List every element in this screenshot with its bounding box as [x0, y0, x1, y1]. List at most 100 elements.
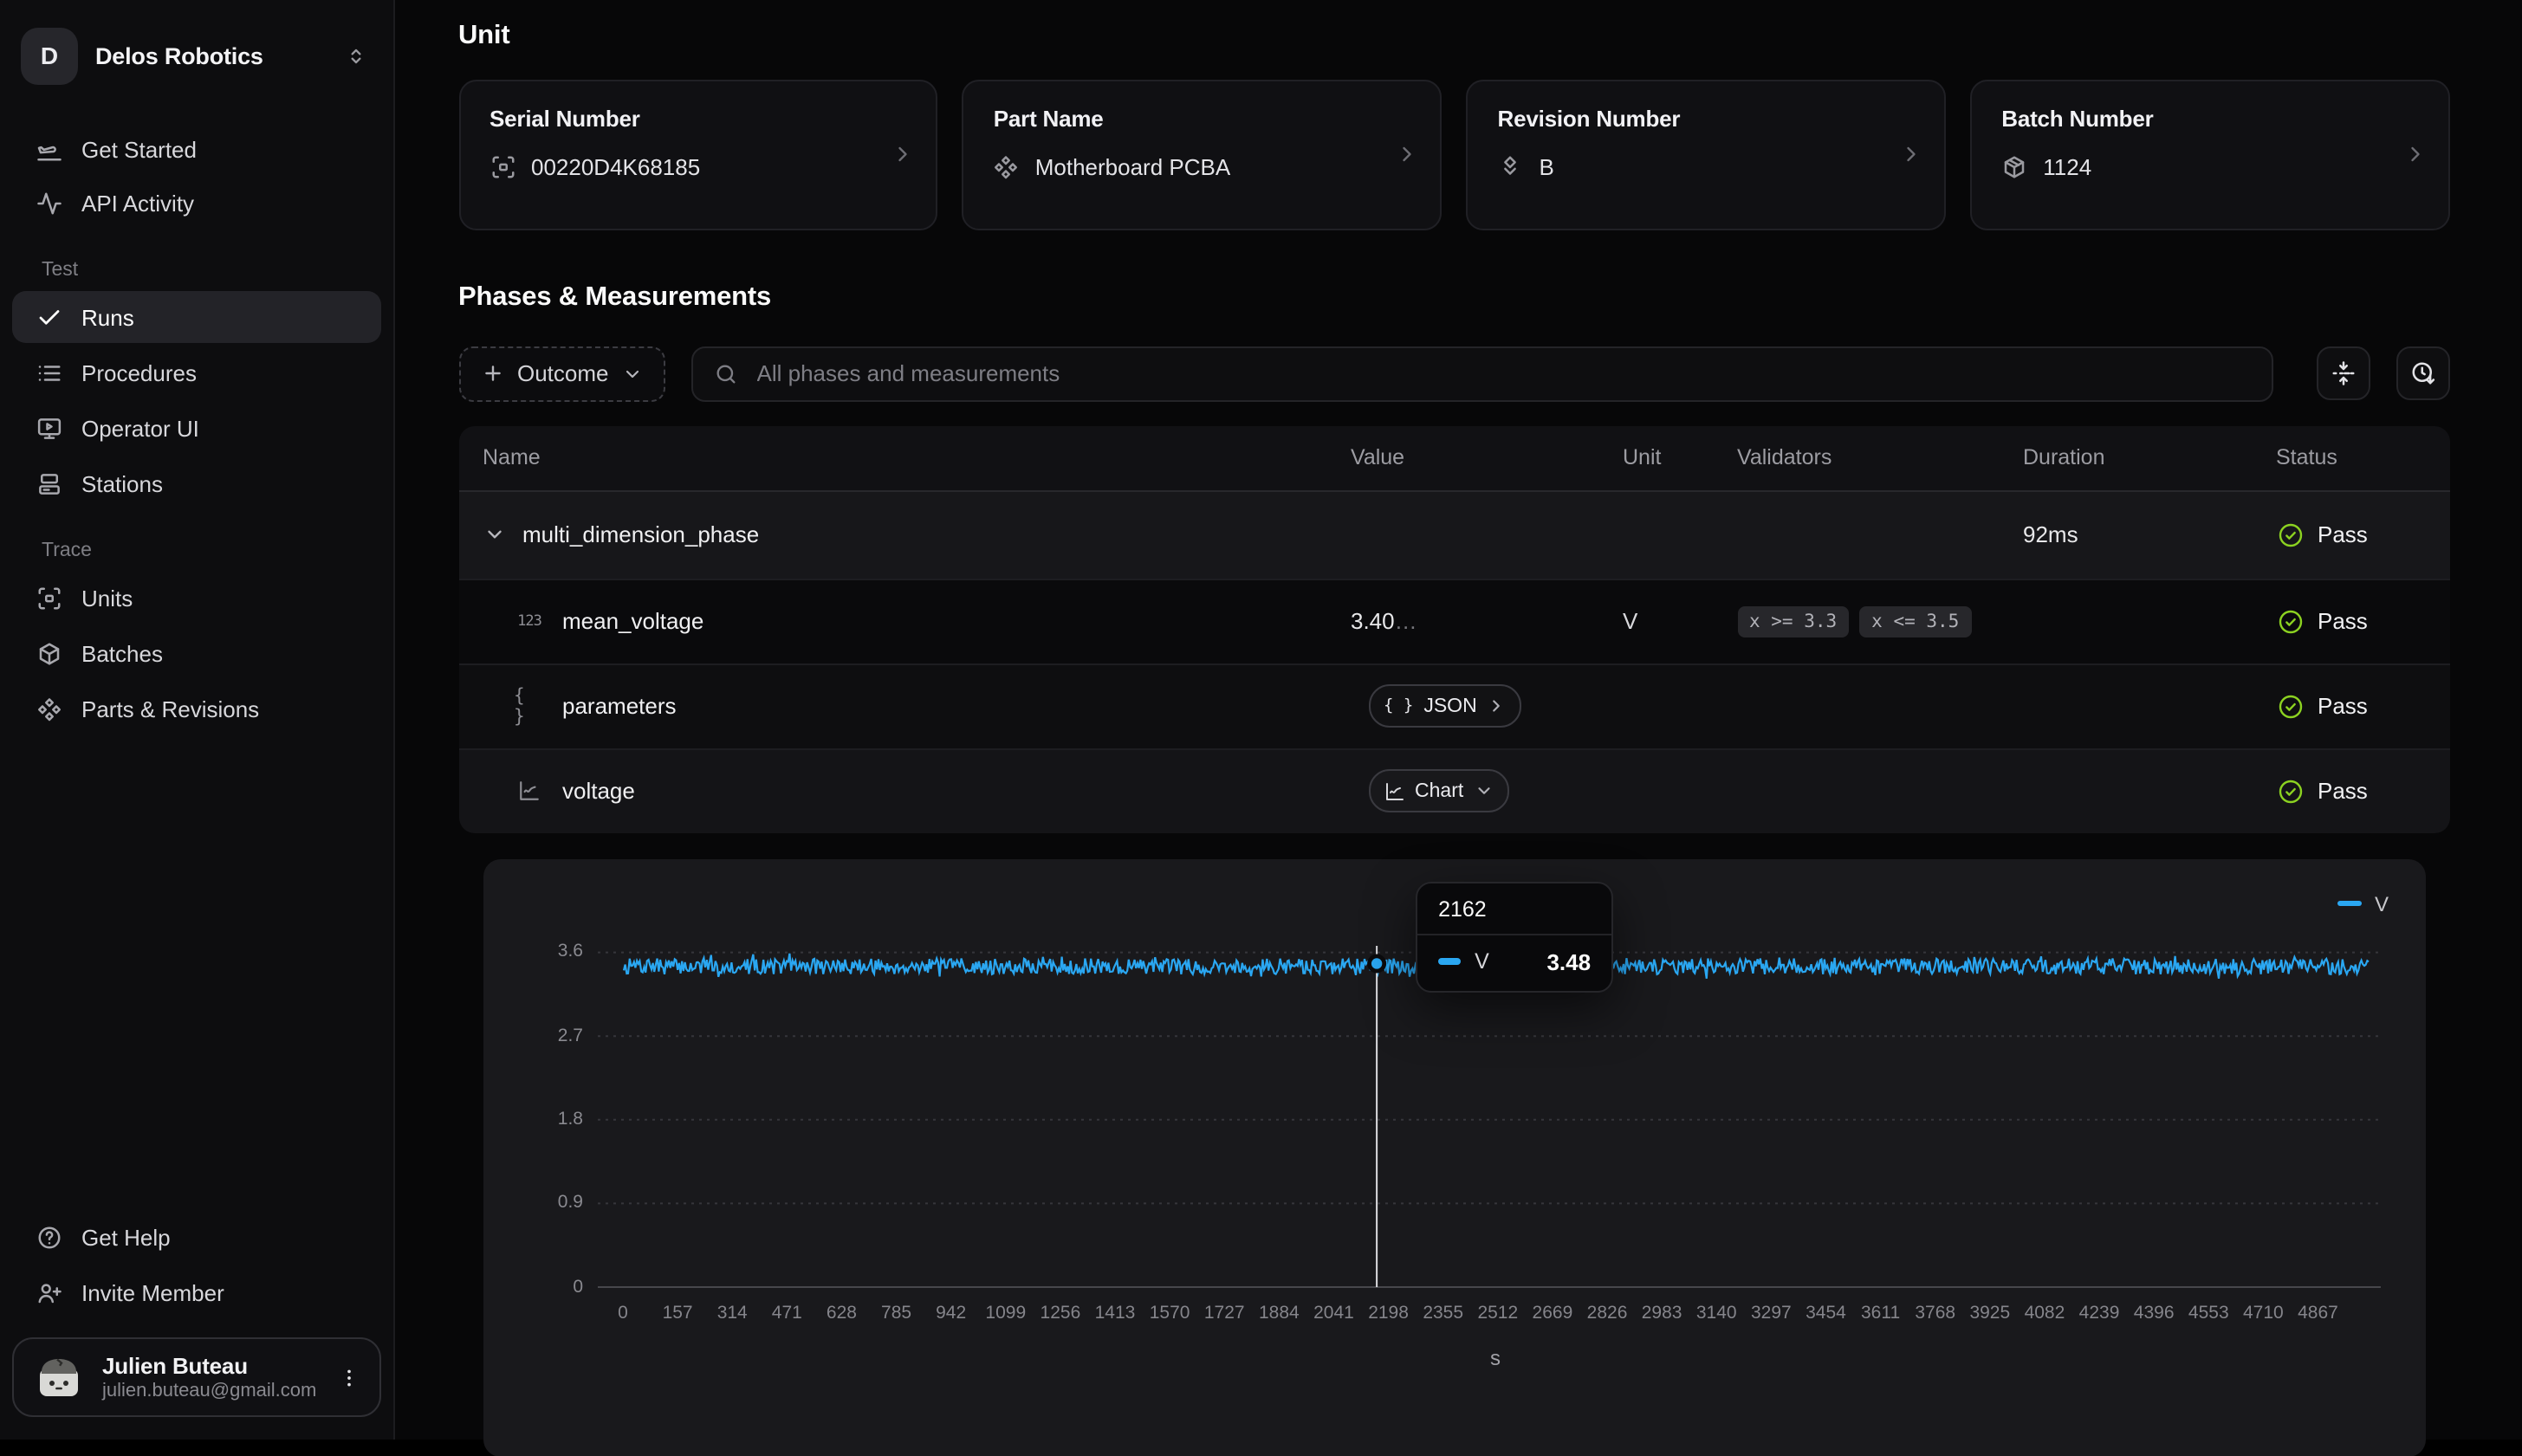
table-row-parameters[interactable]: { } parameters { } JSON — [458, 663, 2449, 747]
circle-check-icon — [2276, 521, 2304, 548]
search-input[interactable] — [754, 359, 2252, 388]
validators-cell: x >= 3.3 x <= 3.5 — [1737, 605, 2023, 637]
org-switcher[interactable]: D Delos Robotics — [21, 21, 373, 90]
sidebar-item-runs[interactable]: Runs — [12, 291, 381, 343]
validator-chip: x <= 3.5 — [1859, 605, 1971, 637]
tooltip-series-swatch — [1438, 959, 1461, 965]
station-icon — [36, 470, 62, 496]
value-ellipsis: … — [1395, 608, 1417, 634]
table-row-voltage[interactable]: voltage Chart — [458, 747, 2449, 832]
user-card[interactable]: Julien Buteau julien.buteau@gmail.com — [12, 1337, 381, 1417]
sidebar-item-label: Operator UI — [81, 415, 199, 441]
sidebar-item-units[interactable]: Units — [12, 572, 381, 624]
col-status: Status — [2276, 445, 2449, 469]
card-revision-number[interactable]: Revision Number B — [1467, 80, 1946, 230]
status-cell: Pass — [2276, 692, 2449, 720]
plane-takeoff-icon — [36, 136, 62, 162]
chevron-down-icon — [1474, 781, 1493, 800]
table-row-mean-voltage[interactable]: 123 mean_voltage 3.40… V x >= 3.3 x <= 3… — [458, 578, 2449, 663]
circle-check-icon — [2276, 607, 2304, 635]
sidebar-item-get-help[interactable]: Get Help — [12, 1211, 381, 1263]
sidebar-item-label: Invite Member — [81, 1279, 224, 1305]
app-root: D Delos Robotics Get Started API Activit… — [0, 0, 2522, 1440]
circle-check-icon — [2276, 777, 2304, 805]
x-axis-title: s — [623, 1345, 2368, 1369]
user-avatar — [33, 1351, 85, 1403]
filter-bar: Outcome — [458, 346, 2449, 401]
sidebar-item-label: Units — [81, 585, 133, 611]
y-tick-label: 0.9 — [507, 1192, 583, 1213]
pill-label: Chart — [1415, 780, 1463, 801]
package-icon — [2001, 154, 2027, 180]
voltage-chart-panel: V 00.91.82.73.6 015731447162878594210991… — [483, 858, 2425, 1456]
scan-icon — [36, 585, 62, 611]
x-tick-label: 4867 — [2280, 1302, 2357, 1323]
validator-chip: x >= 3.3 — [1737, 605, 1849, 637]
braces-icon: { } — [514, 685, 545, 727]
card-serial-number[interactable]: Serial Number 00220D4K68185 — [458, 80, 937, 230]
sidebar-item-label: Procedures — [81, 359, 197, 385]
status-cell: Pass — [2276, 521, 2449, 548]
legend-label: V — [2375, 891, 2389, 916]
measurement-name: voltage — [562, 778, 635, 804]
phases-table: Name Value Unit Validators Duration Stat… — [458, 425, 2449, 832]
sidebar-item-api-activity[interactable]: API Activity — [12, 177, 381, 229]
layers-icon — [1498, 154, 1524, 180]
sidebar-item-label: Parts & Revisions — [81, 696, 259, 722]
chart-line-icon — [1384, 780, 1404, 801]
sidebar-item-get-started[interactable]: Get Started — [12, 123, 381, 175]
sidebar-item-operator-ui[interactable]: Operator UI — [12, 402, 381, 454]
sidebar-item-procedures[interactable]: Procedures — [12, 346, 381, 398]
y-tick-label: 1.8 — [507, 1109, 583, 1129]
collapse-all-button[interactable] — [2317, 347, 2370, 400]
table-row-phase[interactable]: multi_dimension_phase 92ms Pass — [458, 491, 2449, 578]
kebab-menu-icon[interactable] — [334, 1362, 364, 1392]
card-label: Revision Number — [1498, 106, 1916, 132]
status-cell: Pass — [2276, 777, 2449, 805]
phase-duration: 92ms — [2023, 521, 2276, 547]
col-value: Value — [1351, 445, 1623, 469]
chart-pill-button[interactable]: Chart — [1368, 769, 1508, 812]
status-label: Pass — [2318, 693, 2368, 719]
chevron-down-icon[interactable] — [483, 523, 505, 546]
chevron-right-icon — [1395, 143, 1419, 167]
chevron-right-icon — [1898, 143, 1922, 167]
json-pill-button[interactable]: { } JSON — [1368, 684, 1522, 728]
card-value-text: B — [1540, 154, 1554, 180]
user-plus-icon — [36, 1279, 62, 1305]
sidebar-item-label: Runs — [81, 304, 134, 330]
chart-tooltip: 2162 V 3.48 — [1416, 881, 1613, 992]
search-box[interactable] — [691, 346, 2274, 401]
sidebar-item-label: Get Started — [81, 136, 197, 162]
col-unit: Unit — [1623, 445, 1737, 469]
sidebar-item-invite-member[interactable]: Invite Member — [12, 1266, 381, 1318]
chevron-right-icon — [2402, 143, 2427, 167]
pill-label: JSON — [1423, 696, 1476, 716]
fold-vertical-icon — [2331, 360, 2357, 386]
sidebar-item-label: Batches — [81, 640, 163, 666]
history-button[interactable] — [2396, 347, 2449, 400]
chevron-right-icon — [1488, 696, 1507, 715]
sidebar-section-test: Test — [42, 260, 393, 281]
sidebar-item-parts-revisions[interactable]: Parts & Revisions — [12, 683, 381, 734]
card-batch-number[interactable]: Batch Number 1124 — [1970, 80, 2449, 230]
chevron-right-icon — [891, 143, 915, 167]
measurement-name: parameters — [562, 693, 677, 719]
sidebar-section-trace: Trace — [42, 540, 393, 561]
card-value-text: 00220D4K68185 — [531, 154, 700, 180]
user-name: Julien Buteau — [102, 1353, 317, 1379]
outcome-label: Outcome — [517, 360, 609, 386]
status-cell: Pass — [2276, 607, 2449, 635]
sidebar-item-stations[interactable]: Stations — [12, 457, 381, 509]
measurement-value: 3.40… — [1351, 608, 1623, 634]
numeric-measurement-icon: 123 — [514, 612, 545, 630]
sidebar-item-batches[interactable]: Batches — [12, 627, 381, 679]
outcome-filter-button[interactable]: Outcome — [458, 346, 666, 401]
card-part-name[interactable]: Part Name Motherboard PCBA — [963, 80, 1442, 230]
y-tick-label: 3.6 — [507, 942, 583, 962]
card-value-text: Motherboard PCBA — [1035, 154, 1230, 180]
org-avatar: D — [21, 27, 78, 84]
tooltip-series-name: V — [1475, 949, 1489, 974]
table-header: Name Value Unit Validators Duration Stat… — [458, 425, 2449, 491]
card-label: Part Name — [994, 106, 1412, 132]
